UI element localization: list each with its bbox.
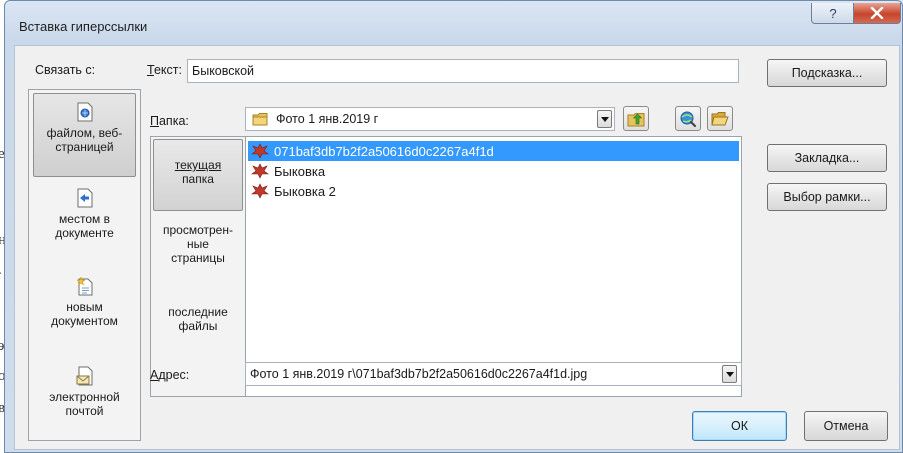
view-tabs: текущая папка просмотрен- ные страницы п… [150,136,246,397]
link-to-place-line2: документе [55,226,114,240]
file-list-item[interactable]: 071baf3db7b2f2a50616d0c2267a4f1d [248,141,739,161]
cancel-button-label: Отмена [823,419,869,433]
up-one-folder-button[interactable] [623,106,649,131]
folder-combo[interactable]: Фото 1 янв.2019 г [245,107,615,131]
tab-browsed-line2: ные [187,237,209,251]
text-label: Текст: [147,63,182,77]
background-letter: . [0,262,2,279]
bookmark-button[interactable]: Закладка... [767,144,887,172]
link-to-existing-line2: страницей [55,140,114,154]
link-to-label: Связать с: [35,63,96,77]
dialog-body: Связать с: Текст: Быковской Подсказка...… [14,45,900,450]
file-name: 071baf3db7b2f2a50616d0c2267a4f1d [274,143,494,159]
link-to-new-line2: документом [51,314,118,328]
file-list-item[interactable]: Быковка 2 [248,181,336,201]
cancel-button[interactable]: Отмена [804,411,888,441]
help-button[interactable]: ? [811,3,854,24]
chevron-down-icon [600,116,609,122]
up-folder-icon [627,112,645,126]
file-name: Быковка [274,163,326,179]
image-file-icon [251,143,269,159]
tab-current-folder[interactable]: текущая папка [153,139,243,211]
folder-dropdown-button[interactable] [597,110,612,128]
new-document-icon [75,276,92,296]
title-bar[interactable]: Вставка гиперссылки ? [11,3,901,39]
tab-recent-line1: последние [168,305,228,319]
image-file-icon [251,163,269,179]
address-label: Адрес: [150,368,190,382]
file-list[interactable]: 071baf3db7b2f2a50616d0c2267a4f1d Быковка… [245,136,742,397]
tab-current-folder-line1: текущая [174,158,222,172]
file-list-item[interactable]: Быковка [248,161,325,181]
image-file-icon [251,183,269,199]
hyperlink-dialog: Вставка гиперссылки ? Связать с: Текст: … [4,0,903,453]
display-text-value: Быковской [192,64,255,78]
address-value: Фото 1 янв.2019 г\071baf3db7b2f2a50616d0… [250,367,588,381]
folder-value: Фото 1 янв.2019 г [276,112,379,126]
tab-browsed-pages[interactable]: просмотрен- ные страницы [153,223,243,289]
target-frame-button-label: Выбор рамки... [783,190,871,204]
browse-web-button[interactable] [675,106,701,131]
link-to-place-line1: местом в [59,212,110,226]
bookmark-button-label: Закладка... [794,151,860,165]
svg-text:?: ? [829,6,836,20]
tab-browsed-line1: просмотрен- [163,223,233,237]
open-folder-icon [711,111,729,125]
address-combo[interactable]: Фото 1 янв.2019 г\071baf3db7b2f2a50616d0… [245,362,742,386]
link-to-existing-file[interactable]: файлом, веб- страницей [33,93,136,177]
close-icon [870,7,884,19]
folder-label: Папка: [150,114,189,128]
screentip-button[interactable]: Подсказка... [767,59,887,87]
link-to-email[interactable]: электронной почтой [33,366,136,432]
link-to-email-line1: электронной [49,390,120,404]
browse-file-button[interactable] [707,106,733,131]
place-in-document-icon [77,188,92,208]
folder-icon [252,113,268,126]
chevron-down-icon [725,371,734,377]
link-to-bar: файлом, веб- страницей местом в документ… [28,89,141,441]
globe-search-icon [680,111,697,127]
link-to-place-in-document[interactable]: местом в документе [33,188,136,254]
file-name: Быковка 2 [274,183,336,199]
address-dropdown-button[interactable] [722,365,737,383]
target-frame-button[interactable]: Выбор рамки... [767,183,887,211]
existing-file-icon [77,102,92,122]
ok-button[interactable]: ОК [692,411,787,441]
link-to-new-document[interactable]: новым документом [33,276,136,342]
tab-recent-files[interactable]: последние файлы [153,305,243,349]
tab-recent-line2: файлы [178,319,218,333]
email-icon [76,366,92,386]
close-button[interactable] [853,3,901,24]
ok-button-label: ОК [730,419,748,433]
screentip-button-label: Подсказка... [791,66,863,80]
link-to-email-line2: почтой [65,404,104,418]
dialog-title: Вставка гиперссылки [19,19,148,34]
link-to-existing-line1: файлом, веб- [46,126,123,140]
display-text-field[interactable]: Быковской [187,59,739,83]
tab-current-folder-line2: папка [182,172,214,186]
tab-browsed-line3: страницы [171,251,225,265]
link-to-new-line1: новым [66,300,103,314]
help-icon: ? [829,6,836,20]
